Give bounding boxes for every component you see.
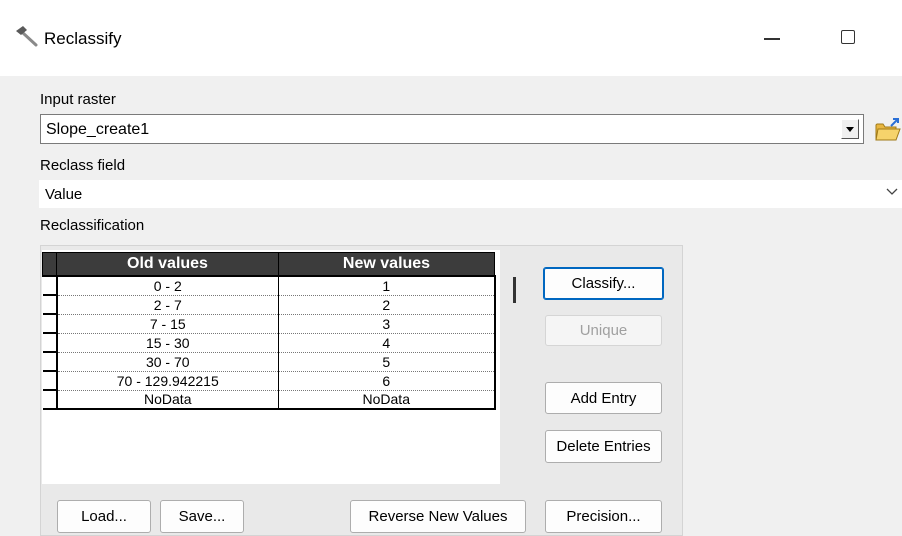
row-selector[interactable] (42, 371, 58, 391)
row-selector[interactable] (42, 390, 58, 410)
reverse-new-values-button[interactable]: Reverse New Values (350, 500, 526, 533)
table-row[interactable]: 70 - 129.942215 6 (42, 371, 496, 391)
new-value-cell[interactable]: 4 (278, 333, 496, 353)
chevron-down-icon[interactable] (886, 188, 898, 196)
table-row[interactable]: 2 - 7 2 (42, 295, 496, 315)
reclass-field-label: Reclass field (40, 157, 126, 174)
old-value-cell[interactable]: 2 - 7 (56, 295, 279, 315)
minimize-button[interactable] (752, 22, 792, 52)
new-value-cell[interactable]: 2 (278, 295, 496, 315)
reclass-field-value: Value (45, 186, 83, 203)
table-corner-cell (42, 252, 57, 277)
column-header-old-values[interactable]: Old values (56, 252, 279, 277)
row-selector[interactable] (42, 295, 58, 315)
table-scrollbar[interactable] (513, 277, 516, 303)
unique-button[interactable]: Unique (545, 315, 662, 346)
new-value-cell[interactable]: 6 (278, 371, 496, 391)
row-selector[interactable] (42, 352, 58, 372)
row-selector[interactable] (42, 276, 58, 296)
hammer-icon (16, 26, 38, 47)
row-selector[interactable] (42, 314, 58, 334)
input-raster-label: Input raster (40, 91, 116, 108)
delete-entries-button[interactable]: Delete Entries (545, 430, 662, 463)
reclass-field-select[interactable]: Value (39, 180, 902, 208)
table-row[interactable]: 7 - 15 3 (42, 314, 496, 334)
maximize-button[interactable] (828, 22, 868, 52)
load-button[interactable]: Load... (57, 500, 151, 533)
input-raster-combobox[interactable]: Slope_create1 (40, 114, 864, 144)
open-folder-icon[interactable] (874, 117, 902, 143)
table-row[interactable]: 0 - 2 1 (42, 276, 496, 296)
table-row[interactable]: 30 - 70 5 (42, 352, 496, 372)
old-value-cell[interactable]: 0 - 2 (56, 276, 279, 296)
column-header-new-values[interactable]: New values (278, 252, 495, 277)
table-row[interactable]: NoData NoData (42, 390, 496, 410)
old-value-cell[interactable]: 70 - 129.942215 (56, 371, 279, 391)
new-value-cell[interactable]: NoData (278, 390, 496, 410)
save-button[interactable]: Save... (160, 500, 244, 533)
classify-button[interactable]: Classify... (543, 267, 664, 300)
old-value-cell[interactable]: NoData (56, 390, 279, 410)
old-value-cell[interactable]: 15 - 30 (56, 333, 279, 353)
minimize-icon (764, 38, 780, 40)
reclassification-table[interactable]: Old values New values 0 - 2 1 2 - 7 2 7 … (42, 252, 496, 410)
new-value-cell[interactable]: 5 (278, 352, 496, 372)
old-value-cell[interactable]: 7 - 15 (56, 314, 279, 334)
add-entry-button[interactable]: Add Entry (545, 382, 662, 414)
reclassification-label: Reclassification (40, 217, 145, 234)
table-row[interactable]: 15 - 30 4 (42, 333, 496, 353)
old-value-cell[interactable]: 30 - 70 (56, 352, 279, 372)
maximize-icon (841, 30, 855, 44)
new-value-cell[interactable]: 1 (278, 276, 496, 296)
input-raster-dropdown-button[interactable] (841, 119, 859, 139)
title-bar: Reclassify (0, 0, 902, 76)
precision-button[interactable]: Precision... (545, 500, 662, 533)
window-title: Reclassify (44, 29, 122, 48)
input-raster-value: Slope_create1 (46, 121, 150, 138)
row-selector[interactable] (42, 333, 58, 353)
new-value-cell[interactable]: 3 (278, 314, 496, 334)
table-header-row: Old values New values (42, 252, 495, 277)
